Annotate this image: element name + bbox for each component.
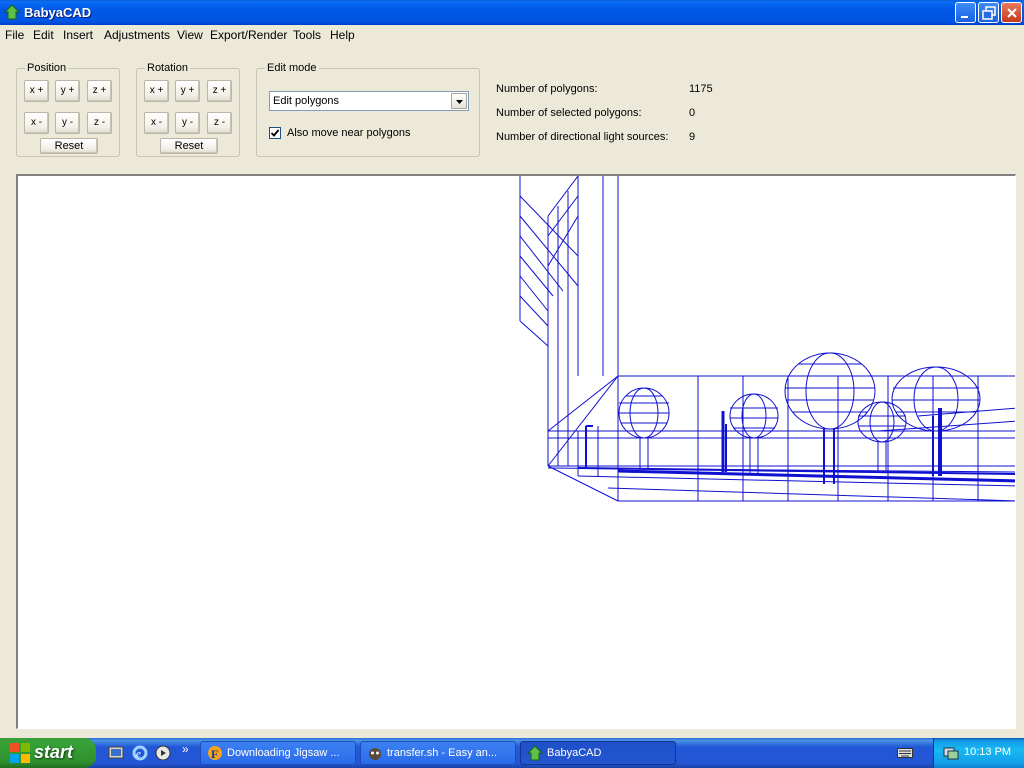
3d-viewport[interactable] [16,174,1016,729]
menu-help[interactable]: Help [330,28,355,42]
transfer-icon [369,748,381,760]
position-z-minus-button[interactable]: z - [87,112,112,134]
menu-tools[interactable]: Tools [293,28,321,42]
control-panel: Position x + y + z + x - y - z - Reset R… [0,44,1024,172]
stat-selected-polygons-label: Number of selected polygons: [496,107,642,119]
windows-logo-icon [10,743,30,763]
rotation-z-minus-button[interactable]: z - [207,112,232,134]
wireframe-floor [547,375,1015,502]
also-move-near-polygons-label[interactable]: Also move near polygons [287,127,411,139]
close-button[interactable] [1001,2,1022,23]
media-player-icon[interactable] [155,745,171,761]
rotation-y-minus-button[interactable]: y - [175,112,200,134]
position-x-minus-button[interactable]: x - [24,112,49,134]
task-label: transfer.sh - Easy an... [387,747,498,759]
checkmark-icon [270,129,280,137]
tree-5 [891,366,981,432]
start-button[interactable]: start [0,738,96,768]
rotation-z-plus-button[interactable]: z + [207,80,232,102]
restore-button[interactable] [978,2,999,23]
menu-export-render[interactable]: Export/Render [210,28,287,42]
firefox-icon: F [208,746,222,761]
taskbar: start e » F Downloading Jigsaw ... trans… [0,738,1024,768]
edit-mode-select[interactable]: Edit polygons [269,91,469,111]
rotation-reset-button[interactable]: Reset [160,138,218,154]
position-group-label: Position [25,62,69,74]
chevron-down-icon [456,100,463,104]
title-bar[interactable]: BabyaCAD [0,0,1024,25]
tree-1 [618,387,670,468]
internet-explorer-icon[interactable]: e [132,745,148,761]
rotation-group: Rotation x + y + z + x - y - z - Reset [136,62,240,157]
task-button-transfer-sh[interactable]: transfer.sh - Easy an... [360,741,516,765]
menu-view[interactable]: View [177,28,203,42]
network-icon[interactable] [943,745,959,761]
close-icon [1007,8,1017,18]
system-tray: 10:13 PM [933,738,1024,768]
stat-light-sources-value: 9 [689,131,696,143]
edit-mode-group-label: Edit mode [265,62,319,74]
position-x-plus-button[interactable]: x + [24,80,49,102]
stat-polygons-value: 1175 [689,83,713,95]
window-title: BabyaCAD [24,5,92,20]
task-label: BabyaCAD [547,747,602,759]
keyboard-icon[interactable] [897,746,913,760]
edit-mode-group: Edit mode Edit polygons Also move near p… [256,62,480,157]
rotation-x-minus-button[interactable]: x - [144,112,169,134]
task-button-downloading-jigsaw[interactable]: F Downloading Jigsaw ... [200,741,356,765]
menu-insert[interactable]: Insert [63,28,93,42]
edit-mode-selected-value: Edit polygons [273,95,340,107]
dropdown-arrow-button[interactable] [451,93,467,109]
tree-2 [729,393,779,473]
rotation-x-plus-button[interactable]: x + [144,80,169,102]
position-y-minus-button[interactable]: y - [55,112,80,134]
position-reset-button[interactable]: Reset [40,138,98,154]
svg-text:F: F [211,747,218,761]
babyacad-app-icon [4,4,20,20]
position-z-plus-button[interactable]: z + [87,80,112,102]
tree-3 [784,352,876,484]
task-label: Downloading Jigsaw ... [227,747,340,759]
menu-bar: File Edit Insert Adjustments View Export… [0,25,1024,44]
babyacad-icon [527,745,543,761]
wireframe-building [519,176,619,467]
quicklaunch-show-desktop-icon[interactable] [108,745,124,761]
rotation-y-plus-button[interactable]: y + [175,80,200,102]
minimize-icon [961,16,968,18]
quicklaunch-overflow-chevron[interactable]: » [182,742,189,756]
wireframe-trees [618,352,981,484]
start-label: start [34,742,74,762]
position-y-plus-button[interactable]: y + [55,80,80,102]
menu-file[interactable]: File [5,28,24,42]
restore-icon [982,6,996,20]
stat-polygons-label: Number of polygons: [496,83,598,95]
svg-text:e: e [136,748,141,760]
menu-adjustments[interactable]: Adjustments [104,28,170,42]
clock[interactable]: 10:13 PM [964,746,1011,758]
menu-edit[interactable]: Edit [33,28,54,42]
minimize-button[interactable] [955,2,976,23]
wireframe-scene [519,176,1015,502]
rotation-group-label: Rotation [145,62,190,74]
stat-light-sources-label: Number of directional light sources: [496,131,669,143]
also-move-near-polygons-checkbox[interactable] [269,127,281,139]
position-group: Position x + y + z + x - y - z - Reset [16,62,120,157]
stat-selected-polygons-value: 0 [689,107,696,119]
task-button-babyacad[interactable]: BabyaCAD [520,741,676,765]
